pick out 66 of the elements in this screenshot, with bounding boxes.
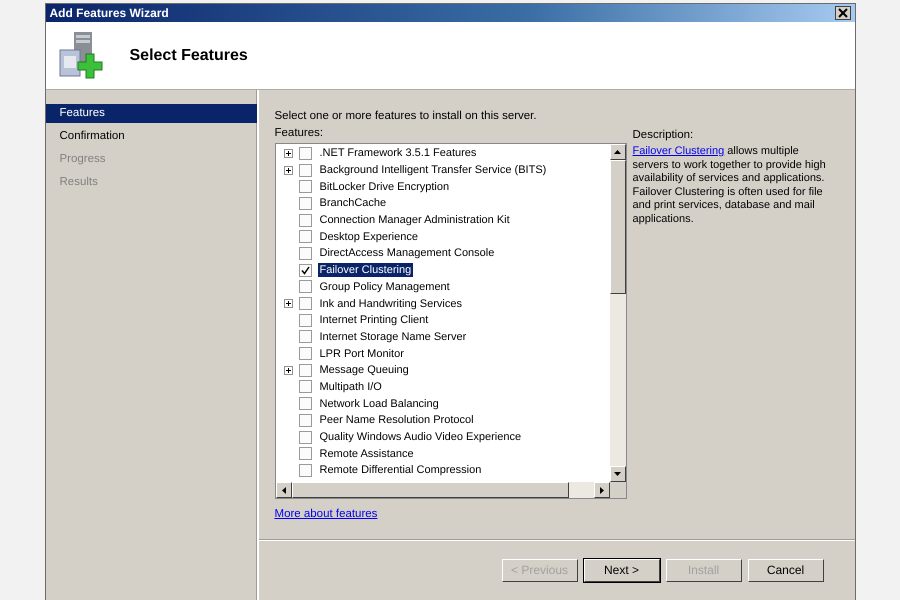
feature-item[interactable]: LPR Port Monitor <box>318 346 406 361</box>
expand-icon[interactable] <box>284 299 292 308</box>
feature-item[interactable]: Quality Windows Audio Video Experience <box>318 430 524 444</box>
checkbox[interactable] <box>298 214 312 227</box>
checkbox[interactable] <box>298 230 312 244</box>
feature-item[interactable]: Remote Assistance <box>318 446 416 461</box>
close-icon[interactable] <box>834 6 850 20</box>
feature-item[interactable]: Connection Manager Administration Kit <box>318 213 512 228</box>
sidebar-item[interactable]: Features <box>46 104 256 123</box>
expand-icon[interactable] <box>284 166 292 175</box>
checkbox[interactable] <box>298 246 312 260</box>
more-about-features-link[interactable]: More about features <box>274 508 378 520</box>
expand-icon[interactable] <box>284 366 292 375</box>
features-label: Features: <box>274 127 324 139</box>
sidebar-item[interactable]: Confirmation <box>46 127 256 146</box>
checkbox[interactable] <box>298 314 312 327</box>
feature-item[interactable]: BranchCache <box>318 196 388 210</box>
feature-item[interactable]: Message Queuing <box>318 363 411 378</box>
checkbox[interactable] <box>298 364 312 377</box>
checkbox[interactable] <box>298 464 312 477</box>
feature-item[interactable]: Background Intelligent Transfer Service (BITS) <box>318 163 548 178</box>
checkbox[interactable] <box>298 264 312 277</box>
checkbox[interactable] <box>298 280 312 294</box>
expand-icon[interactable] <box>284 148 292 158</box>
feature-item[interactable]: .NET Framework 3.5.1 Features <box>318 146 478 160</box>
checkbox[interactable] <box>298 380 312 394</box>
scroll-thumb[interactable] <box>610 160 626 294</box>
checkbox[interactable] <box>298 146 312 160</box>
feature-item[interactable]: Failover Clustering <box>318 263 414 278</box>
wizard-button[interactable]: Cancel <box>748 558 824 582</box>
checkbox[interactable] <box>298 397 312 410</box>
checkbox[interactable] <box>298 196 312 210</box>
feature-item[interactable]: Desktop Experience <box>318 230 420 244</box>
feature-item[interactable]: Network Load Balancing <box>318 396 441 411</box>
scroll-thumb[interactable] <box>292 482 570 498</box>
feature-item[interactable]: Peer Name Resolution Protocol <box>318 413 476 428</box>
scrollbar-corner <box>610 482 626 498</box>
wizard-button[interactable]: Next > <box>584 558 660 582</box>
description-text: Failover Clustering allows multiple servers to work together to provide high availability of services and applications. Failover Clustering is often used for file and print services, database and mail applications. <box>632 145 827 226</box>
feature-link[interactable]: Failover Clustering <box>632 145 724 157</box>
scroll-left-icon[interactable] <box>276 482 292 498</box>
checkbox[interactable] <box>298 447 312 460</box>
feature-item[interactable]: Internet Printing Client <box>318 313 430 328</box>
checkbox[interactable] <box>298 414 312 427</box>
checkbox[interactable] <box>298 347 312 360</box>
checkbox[interactable] <box>298 430 312 444</box>
page-heading: Select Features <box>130 46 248 64</box>
description-label: Description: <box>632 129 694 141</box>
feature-item[interactable]: BitLocker Drive Encryption <box>318 180 452 194</box>
feature-item[interactable]: Group Policy Management <box>318 280 452 294</box>
checkbox[interactable] <box>298 330 312 344</box>
feature-item[interactable]: Ink and Handwriting Services <box>318 296 464 311</box>
feature-item[interactable]: Remote Differential Compression <box>318 463 484 478</box>
horizontal-scrollbar[interactable] <box>276 482 626 498</box>
scroll-up-icon[interactable] <box>610 144 626 160</box>
checkbox[interactable] <box>298 164 312 177</box>
scroll-right-icon[interactable] <box>594 482 610 498</box>
instruction-text: Select one or more features to install on this server. <box>274 110 538 122</box>
checkbox[interactable] <box>298 180 312 194</box>
feature-item[interactable]: Internet Storage Name Server <box>318 330 468 344</box>
vertical-scrollbar[interactable] <box>610 144 626 482</box>
scroll-down-icon[interactable] <box>610 466 626 482</box>
feature-item[interactable]: DirectAccess Management Console <box>318 246 496 260</box>
checkbox[interactable] <box>298 297 312 310</box>
window-title: Add Features Wizard <box>50 6 169 20</box>
feature-item[interactable]: Multipath I/O <box>318 380 384 394</box>
